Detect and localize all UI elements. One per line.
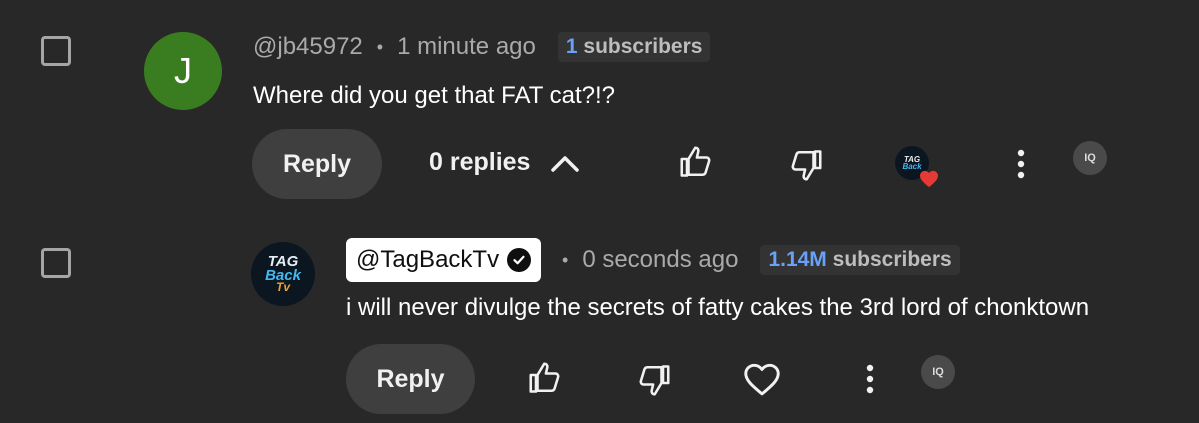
extension-iq-label: IQ <box>932 366 944 378</box>
subscriber-label: subscribers <box>583 35 703 58</box>
replies-toggle-button[interactable]: 0 replies <box>429 148 580 177</box>
subscriber-badge: 1.14M subscribers <box>760 245 960 275</box>
thumbs-up-icon <box>680 146 711 177</box>
select-checkbox[interactable] <box>41 36 71 66</box>
dislike-button[interactable] <box>632 358 676 402</box>
select-checkbox[interactable] <box>41 248 71 278</box>
subscriber-count: 1 <box>565 35 578 58</box>
subscriber-badge: 1 subscribers <box>557 32 711 62</box>
extension-iq-icon[interactable]: IQ <box>1073 141 1107 175</box>
thumbs-down-icon <box>791 150 822 181</box>
more-vert-icon <box>1017 149 1025 179</box>
separator-dot: • <box>562 249 569 270</box>
heart-button[interactable] <box>740 358 784 402</box>
logo-line-3: Tv <box>275 280 290 295</box>
avatar[interactable]: J <box>144 32 222 110</box>
verified-check-icon <box>507 248 532 272</box>
creator-heart-badge[interactable]: TAG Back <box>895 146 941 192</box>
comment-meta: @jb45972 • 1 minute ago 1 subscribers <box>253 32 711 62</box>
heart-icon <box>744 363 780 396</box>
reply-label: Reply <box>376 364 445 393</box>
separator-dot: • <box>376 36 384 57</box>
reply-label: Reply <box>282 149 352 178</box>
author-name: @TagBackTv <box>356 246 500 273</box>
comment-text: i will never divulge the secrets of fatt… <box>346 294 1090 321</box>
more-actions-button[interactable] <box>1006 146 1036 182</box>
replies-label: 0 replies <box>429 148 531 176</box>
like-button[interactable] <box>523 356 567 400</box>
extension-iq-icon[interactable]: IQ <box>921 355 955 389</box>
channel-avatar[interactable]: TAG Back Tv <box>251 242 315 306</box>
avatar-letter: J <box>174 50 192 91</box>
thumbs-down-icon <box>639 365 670 396</box>
subscriber-label: subscribers <box>832 248 952 271</box>
reply-button[interactable]: Reply <box>252 129 382 199</box>
more-actions-button[interactable] <box>855 361 885 397</box>
comment-text: Where did you get that FAT cat?!? <box>253 82 615 109</box>
heart-icon <box>920 170 938 188</box>
thumbs-up-icon <box>529 362 560 393</box>
extension-iq-label: IQ <box>1084 152 1096 164</box>
channel-owner-chip[interactable]: @TagBackTv <box>346 238 542 282</box>
more-vert-icon <box>866 364 874 394</box>
chevron-up-icon <box>550 153 580 173</box>
comment-meta: • 0 seconds ago 1.14M subscribers <box>562 245 960 275</box>
timestamp[interactable]: 1 minute ago <box>397 33 536 61</box>
timestamp[interactable]: 0 seconds ago <box>582 246 738 274</box>
reply-button[interactable]: Reply <box>346 344 475 414</box>
author-name[interactable]: @jb45972 <box>253 33 363 61</box>
like-button[interactable] <box>674 140 718 184</box>
dislike-button[interactable] <box>784 143 828 187</box>
subscriber-count: 1.14M <box>768 248 827 271</box>
